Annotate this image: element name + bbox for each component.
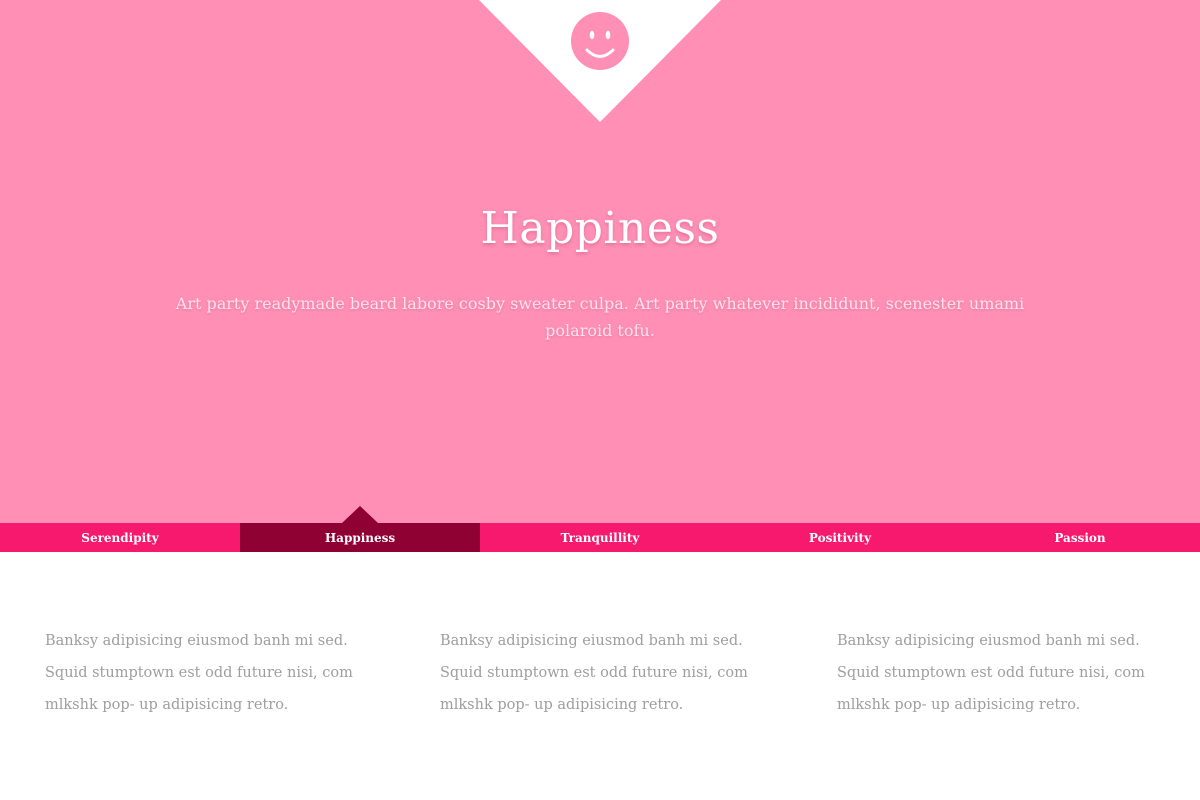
- tab-label: Tranquillity: [560, 530, 640, 545]
- tab-happiness[interactable]: Happiness: [240, 506, 480, 552]
- content-column-1: Banksy adipisicing eiusmod banh mi sed. …: [45, 633, 353, 713]
- tab-positivity[interactable]: Positivity: [720, 523, 960, 552]
- tab-passion[interactable]: Passion: [960, 523, 1200, 552]
- tab-label: Happiness: [324, 530, 396, 545]
- tab-label: Passion: [1054, 530, 1106, 545]
- tab-tranquillity[interactable]: Tranquillity: [480, 523, 720, 552]
- active-tab-indicator: [342, 506, 378, 523]
- hero-subtitle: Art party readymade beard labore cosby s…: [175, 294, 1025, 340]
- tab-nav: Serendipity Happiness Tranquillity Posit…: [0, 506, 1200, 552]
- content-column-2: Banksy adipisicing eiusmod banh mi sed. …: [440, 633, 748, 713]
- tab-serendipity[interactable]: Serendipity: [0, 523, 240, 552]
- tab-label: Positivity: [808, 530, 872, 545]
- page: Happiness Art party readymade beard labo…: [0, 0, 1200, 800]
- hero-title: Happiness: [480, 203, 720, 254]
- smiley-face-icon: [571, 12, 629, 70]
- tab-label: Serendipity: [81, 530, 159, 545]
- content-column-3: Banksy adipisicing eiusmod banh mi sed. …: [837, 633, 1145, 713]
- content-section: Banksy adipisicing eiusmod banh mi sed. …: [0, 552, 1200, 800]
- hero-section: Happiness Art party readymade beard labo…: [0, 0, 1200, 523]
